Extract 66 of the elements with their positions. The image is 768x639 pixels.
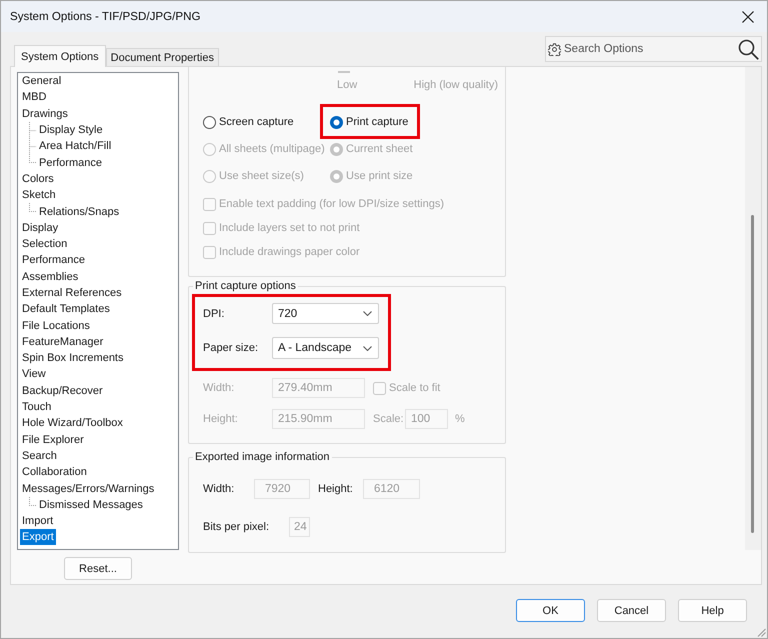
tree-item[interactable]: Collaboration	[20, 464, 89, 480]
tree-item[interactable]: Drawings	[20, 106, 70, 122]
dropdown[interactable]: A - Landscape	[272, 337, 379, 359]
tree-item[interactable]: Area Hatch/Fill	[37, 138, 114, 154]
tree-item[interactable]: MBD	[20, 89, 48, 106]
field-label: Width:	[203, 382, 236, 394]
close-icon[interactable]	[742, 10, 754, 22]
tree-item[interactable]: Display	[20, 220, 60, 236]
tree-item[interactable]: File Explorer	[20, 432, 86, 448]
window-title: System Options - TIF/PSD/JPG/PNG	[10, 10, 200, 23]
tree-item[interactable]: External References	[20, 285, 124, 301]
slider-label: High (low quality)	[414, 79, 498, 92]
field-label: Scale:	[373, 413, 405, 425]
tree-item[interactable]: Performance	[37, 154, 104, 171]
tab[interactable]: System Options	[14, 45, 106, 67]
dialog-button[interactable]: OK	[516, 599, 585, 622]
tree-item[interactable]: Search	[20, 448, 59, 464]
chevron-down-icon	[363, 311, 372, 316]
dialog-button[interactable]: Cancel	[597, 599, 666, 622]
tree-item[interactable]: Dismissed Messages	[37, 496, 145, 513]
tree-connector-line	[29, 496, 36, 506]
tree-item[interactable]: Backup/Recover	[20, 382, 105, 399]
tree-connector-line	[29, 203, 36, 212]
slider-tick-icon	[338, 71, 350, 73]
tree-item[interactable]: Hole Wizard/Toolbox	[20, 415, 125, 432]
radio-option[interactable]: Print capture	[330, 114, 408, 130]
tree-item[interactable]: Spin Box Increments	[20, 350, 126, 366]
tree-item[interactable]: Selection	[20, 236, 70, 252]
scrollbar-thumb[interactable]	[751, 215, 754, 533]
search-icon[interactable]	[738, 38, 759, 60]
field-label: DPI:	[203, 308, 226, 320]
tree-item[interactable]: Messages/Errors/Warnings	[20, 480, 156, 497]
group-title: Exported image information	[194, 451, 331, 464]
field-label: Height:	[203, 413, 239, 425]
resize-grip-icon[interactable]	[757, 628, 766, 637]
field-label: Bits per pixel:	[203, 521, 270, 533]
tree-item[interactable]: General	[20, 73, 64, 90]
tree-item[interactable]: Relations/Snaps	[37, 204, 122, 220]
chevron-down-icon	[363, 346, 372, 350]
search-field[interactable]: Search Options	[545, 36, 762, 62]
settings-icon	[548, 42, 561, 56]
search-input[interactable]: Search Options	[564, 43, 735, 55]
slider-label: Low	[337, 79, 358, 92]
dialog-button[interactable]: Help	[678, 599, 747, 622]
tree-item[interactable]: Colors	[20, 170, 56, 187]
tree-item[interactable]: Default Templates	[20, 301, 112, 318]
radio-option[interactable]: Screen capture	[203, 114, 294, 130]
tree-item[interactable]: File Locations	[20, 318, 92, 334]
reset-button[interactable]: Reset...	[64, 557, 132, 580]
tree-item[interactable]: Import	[20, 513, 56, 530]
tree-item[interactable]: Export	[20, 529, 56, 546]
scrollbar[interactable]	[745, 67, 761, 550]
tree-item[interactable]: Sketch	[20, 187, 58, 204]
field-label: Height:	[318, 483, 354, 495]
tree-item[interactable]: Assemblies	[20, 268, 80, 285]
tree-item[interactable]: Touch	[20, 399, 54, 416]
tree-item[interactable]: FeatureManager	[20, 334, 106, 350]
tree-item[interactable]: Display Style	[37, 122, 105, 138]
tab[interactable]: Document Properties	[106, 48, 219, 66]
tree-item[interactable]: Performance	[20, 252, 87, 268]
tree-item[interactable]: View	[20, 366, 48, 382]
dropdown[interactable]: 720	[272, 303, 379, 324]
unit-label: %	[455, 413, 465, 425]
field-label: Width:	[203, 483, 236, 495]
field-label: Paper size:	[203, 342, 260, 354]
group-title: Print capture options	[194, 280, 297, 293]
